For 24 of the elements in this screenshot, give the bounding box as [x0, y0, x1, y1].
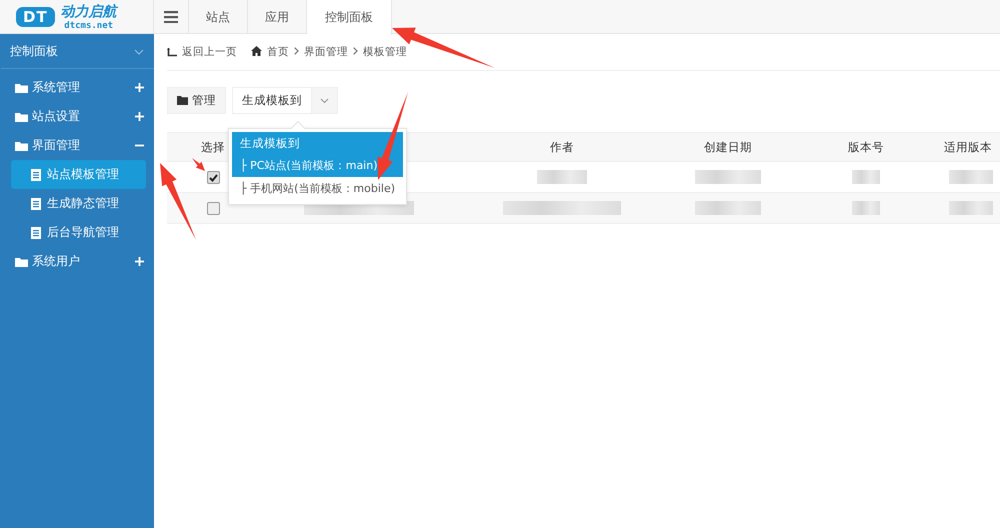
column-header: 作者 [550, 140, 574, 154]
sidebar-item[interactable]: 站点设置 [1, 102, 154, 131]
sidebar-item[interactable]: 界面管理 [1, 131, 154, 160]
logo-mark: DT [16, 6, 55, 26]
top-tab[interactable]: 站点 [189, 0, 248, 34]
top-tab[interactable]: 控制面板 [307, 0, 392, 35]
sidebar-item[interactable]: 系统用户 [1, 247, 154, 276]
manage-button[interactable]: 管理 [167, 87, 226, 114]
logo-url: dtcms.net [64, 20, 114, 30]
column-header: 适用版本 [944, 140, 992, 154]
breadcrumb-link[interactable]: 首页 [267, 45, 289, 59]
column-header: 创建日期 [704, 140, 752, 154]
dropdown-item[interactable]: ├ 手机网站(当前模板：mobile) [232, 177, 404, 200]
generate-button[interactable]: 生成模板到 [232, 87, 312, 114]
column-header: 版本号 [848, 140, 884, 154]
sidebar-subitem[interactable]: 后台导航管理 [11, 218, 146, 247]
dropdown-header: 生成模板到 [232, 132, 404, 154]
column-header: 选择 [201, 140, 225, 154]
breadcrumb-link[interactable]: 界面管理 [304, 45, 348, 59]
sidebar-title: 控制面板 [10, 42, 58, 60]
sidebar-subitem[interactable]: 生成静态管理 [11, 189, 146, 218]
back-link[interactable]: 返回上一页 [182, 45, 237, 59]
logo-name: 动力启航 [60, 2, 117, 20]
sidebar-item[interactable]: 系统管理 [1, 73, 154, 102]
